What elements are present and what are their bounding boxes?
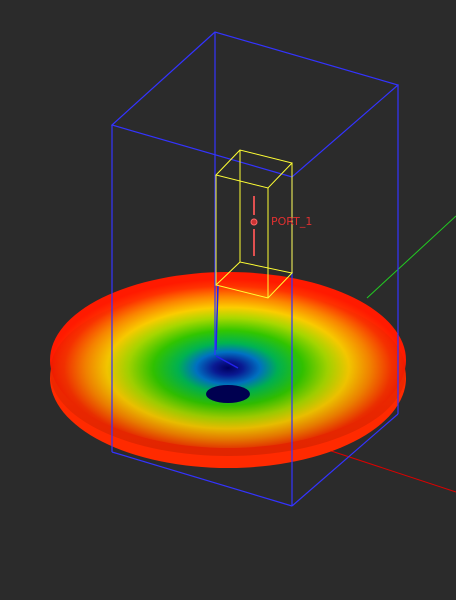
3d-viewport[interactable]: PORT_1 — [0, 0, 456, 600]
radiation-pattern-shading — [50, 288, 406, 456]
port-dipole-icon[interactable] — [250, 196, 258, 256]
bounding-box-top — [110, 31, 400, 178]
port-feed-point — [250, 218, 258, 226]
radiation-pattern[interactable] — [50, 272, 406, 468]
port-box-top — [215, 149, 293, 189]
x-axis — [309, 443, 456, 493]
scene-canvas: PORT_1 — [50, 31, 456, 507]
port-label: PORT_1 — [271, 215, 312, 228]
radiation-pattern-null — [206, 385, 250, 403]
y-axis — [366, 215, 456, 299]
